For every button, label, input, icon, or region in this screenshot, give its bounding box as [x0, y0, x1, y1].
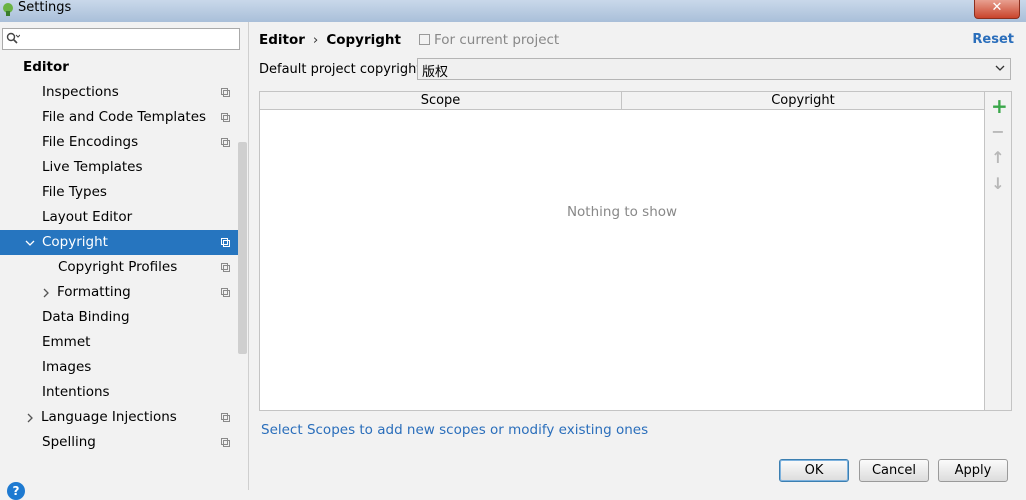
chevron-down-icon — [995, 65, 1005, 71]
table-toolbar: + − ↑ ↓ — [985, 91, 1012, 411]
copyright-settings-panel: Editor › Copyright For current project Rese… — [249, 22, 1026, 490]
breadcrumb-separator: › — [312, 32, 319, 48]
breadcrumb-parent: Editor — [259, 32, 305, 48]
sidebar-item-label: Copyright — [42, 234, 108, 250]
empty-table-text: Nothing to show — [566, 204, 678, 220]
android-studio-icon — [3, 3, 13, 16]
select-scopes-link[interactable]: Select Scopes to add new scopes or modif… — [261, 422, 648, 438]
sidebar-item-spelling[interactable]: Spelling — [0, 430, 238, 455]
table-header: Scope Copyright — [260, 92, 984, 110]
sidebar-item-language-injections[interactable]: Language Injections — [0, 405, 238, 430]
reset-link[interactable]: Reset — [972, 32, 1014, 47]
window-title: Settings — [18, 0, 72, 15]
sidebar-item-label: Copyright Profiles — [58, 259, 178, 275]
sidebar-item-label: Spelling — [42, 434, 96, 450]
sidebar-item-label: File Encodings — [42, 134, 139, 150]
sidebar-item-label: Layout Editor — [42, 209, 133, 225]
search-icon — [6, 32, 20, 44]
project-scope-icon — [221, 413, 230, 422]
sidebar-item-label: Emmet — [42, 334, 91, 350]
title-bar: Settings ✕ — [0, 0, 1026, 22]
project-scope-icon — [221, 138, 230, 147]
column-header-copyright[interactable]: Copyright — [622, 92, 984, 109]
sidebar-item-label: Intentions — [42, 384, 110, 400]
project-scope-icon — [221, 288, 230, 297]
close-window-button[interactable]: ✕ — [974, 0, 1020, 19]
cancel-button[interactable]: Cancel — [859, 459, 929, 482]
project-scope-icon — [221, 438, 230, 447]
sidebar-item-label: File Types — [42, 184, 107, 200]
sidebar-item-file-and-code-templates[interactable]: File and Code Templates — [0, 105, 238, 130]
default-copyright-select[interactable]: 版权 — [417, 58, 1011, 80]
chevron-right-icon[interactable] — [25, 413, 35, 423]
scope-copyright-table[interactable]: Scope Copyright Nothing to show — [259, 91, 985, 411]
breadcrumb: Editor › Copyright For current project — [259, 32, 559, 52]
chevron-right-icon[interactable] — [41, 288, 51, 298]
apply-button[interactable]: Apply — [938, 459, 1008, 482]
settings-tree: Editor Inspections File and Code Template… — [0, 55, 238, 455]
sidebar-item-label: Language Injections — [41, 409, 177, 425]
remove-icon[interactable]: − — [991, 124, 1005, 140]
chevron-down-icon[interactable] — [25, 238, 35, 248]
sidebar-scrollbar[interactable] — [238, 142, 247, 354]
help-icon[interactable]: ? — [7, 482, 25, 500]
sidebar-item-live-templates[interactable]: Live Templates — [0, 155, 238, 180]
tree-header-editor[interactable]: Editor — [0, 55, 238, 80]
move-up-icon[interactable]: ↑ — [991, 150, 1005, 166]
sidebar-item-label: Images — [42, 359, 92, 375]
sidebar-item-label: Data Binding — [42, 309, 130, 325]
column-header-scope[interactable]: Scope — [260, 92, 622, 109]
sidebar-item-copyright[interactable]: Copyright — [0, 230, 238, 255]
move-down-icon[interactable]: ↓ — [991, 176, 1005, 192]
settings-sidebar: Editor Inspections File and Code Template… — [0, 22, 249, 500]
add-icon[interactable]: + — [991, 96, 1008, 116]
tree-header-label: Editor — [23, 59, 69, 75]
breadcrumb-current: Copyright — [326, 32, 401, 48]
sidebar-item-data-binding[interactable]: Data Binding — [0, 305, 238, 330]
project-scope-icon — [418, 34, 430, 45]
sidebar-item-label: File and Code Templates — [42, 109, 207, 125]
sidebar-item-label: Formatting — [57, 284, 131, 300]
sidebar-item-intentions[interactable]: Intentions — [0, 380, 238, 405]
sidebar-item-formatting[interactable]: Formatting — [0, 280, 238, 305]
project-scope-icon — [221, 113, 230, 122]
sidebar-item-file-types[interactable]: File Types — [0, 180, 238, 205]
sidebar-item-images[interactable]: Images — [0, 355, 238, 380]
ok-button[interactable]: OK — [779, 459, 849, 482]
project-scope-icon — [221, 88, 230, 97]
default-copyright-label: Default project copyright: — [259, 62, 426, 77]
sidebar-item-file-encodings[interactable]: File Encodings — [0, 130, 238, 155]
sidebar-item-inspections[interactable]: Inspections — [0, 80, 238, 105]
sidebar-item-label: Inspections — [42, 84, 119, 100]
breadcrumb-hint: For current project — [433, 32, 560, 48]
sidebar-item-copyright-profiles[interactable]: Copyright Profiles — [0, 255, 238, 280]
settings-search-input[interactable] — [2, 28, 240, 50]
sidebar-item-emmet[interactable]: Emmet — [0, 330, 238, 355]
sidebar-item-label: Live Templates — [42, 159, 143, 175]
sidebar-item-layout-editor[interactable]: Layout Editor — [0, 205, 238, 230]
default-copyright-value: 版权 — [422, 65, 449, 80]
project-scope-icon — [221, 263, 230, 272]
project-scope-icon — [221, 238, 230, 247]
